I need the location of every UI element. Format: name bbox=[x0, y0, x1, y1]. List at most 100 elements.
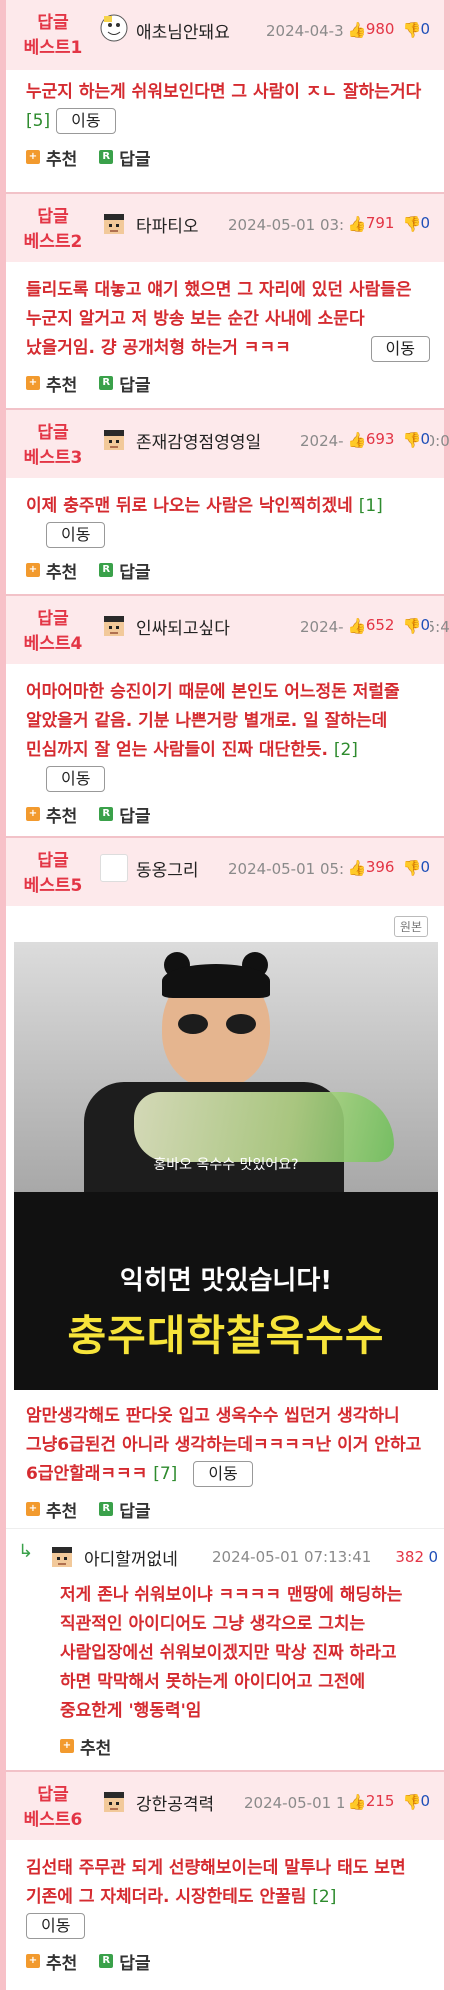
comment-text: 들리도록 대놓고 얘기 했으면 그 자리에 있던 사람들은 누군지 알거고 저 … bbox=[6, 262, 444, 363]
author-name[interactable]: 동옹그리 bbox=[136, 856, 199, 881]
video-caption: 홍바오 옥수수 맛있어요? bbox=[153, 1157, 299, 1173]
thumbs-down-icon[interactable]: 👎 bbox=[402, 21, 421, 39]
recommend-button[interactable]: + 추천 bbox=[26, 145, 77, 170]
video-frame: 홍바오 옥수수 맛있어요? bbox=[14, 942, 438, 1192]
author-name[interactable]: 아디할꺼없네 bbox=[84, 1545, 178, 1570]
move-button[interactable]: 이동 bbox=[193, 1461, 253, 1487]
reply-count[interactable]: [2] bbox=[334, 740, 358, 760]
comment-body: 김선태 주무관 되게 선량해보이는데 말투나 태도 보면 기존에 그 자체더라.… bbox=[6, 1840, 444, 1981]
comment-1: 답글 베스트1 애초님안돼요 2024-04-30 20:30:08 👍980👎… bbox=[6, 0, 444, 178]
reply-icon: R bbox=[99, 150, 114, 164]
author-name[interactable]: 존재감영점영영일 bbox=[136, 428, 261, 453]
author-name[interactable]: 인싸되고싶다 bbox=[136, 614, 230, 639]
thumbs-up-icon[interactable]: 👍 bbox=[348, 859, 367, 877]
reply-icon: R bbox=[99, 1502, 114, 1516]
move-button[interactable]: 이동 bbox=[370, 336, 430, 362]
comment-actions: + 추천 R 답글 bbox=[6, 794, 444, 834]
reply-count[interactable]: [5] bbox=[26, 111, 50, 131]
comment-actions: + 추천 R 답글 bbox=[6, 136, 444, 178]
comment-text: 암만생각해도 판다옷 입고 생옥수수 씹던거 생각하니 그냥6급된건 아니라 생… bbox=[6, 1396, 444, 1489]
comment-body: 누군지 하는게 쉬워보인다면 그 사람이 ㅈㄴ 잘하는거다 [5] 이동 + 추천 R… bbox=[6, 70, 444, 178]
reply-button[interactable]: R 답글 bbox=[99, 1497, 151, 1522]
original-image-button[interactable]: 원본 bbox=[393, 916, 428, 937]
comment-header: 답글 베스트2 타파티오 2024-05-01 03:25:29 👍 791 👎 0 bbox=[6, 192, 444, 262]
comment-text: 이제 충주맨 뒤로 나오는 사람은 낙인찍히겠네 [1] 이동 bbox=[6, 478, 444, 550]
move-button[interactable]: 이동 bbox=[46, 522, 106, 548]
thumbs-up-icon[interactable]: 👍 bbox=[348, 617, 367, 635]
comment-body: 이제 충주맨 뒤로 나오는 사람은 낙인찍히겠네 [1] 이동 + 추천 R 답글 bbox=[6, 478, 444, 590]
comment-5: 답글 베스트5 동옹그리 2024-05-01 05:57:36 👍 396 👎 0 … bbox=[6, 836, 444, 1528]
banner-line-1: 익히면 맛있습니다! bbox=[119, 1266, 333, 1296]
author-name[interactable]: 타파티오 bbox=[136, 212, 199, 237]
vote-counts: 👍 396 👎 0 bbox=[343, 858, 430, 877]
sub-reply: ↳ 아디할꺼없네 2024-05-01 07:13:41 382 0 저게 존나… bbox=[6, 1528, 444, 1770]
comment-2: 답글 베스트2 타파티오 2024-05-01 03:25:29 👍 791 👎 0 … bbox=[6, 192, 444, 403]
thumbs-down-icon[interactable]: 👎 bbox=[402, 1793, 421, 1811]
author-name[interactable]: 애초님안돼요 bbox=[136, 18, 230, 43]
recommend-button[interactable]: + 추천 bbox=[26, 1497, 77, 1522]
reply-button[interactable]: R 답글 bbox=[99, 371, 151, 396]
thumbs-up-icon[interactable]: 👍 bbox=[348, 215, 367, 233]
reply-button[interactable]: R 답글 bbox=[99, 1949, 151, 1974]
downvote-count: 0 bbox=[428, 1548, 438, 1566]
reply-button[interactable]: R 답글 bbox=[99, 802, 151, 827]
reply-count[interactable]: [7] bbox=[153, 1464, 177, 1484]
author-name[interactable]: 강한공격력 bbox=[136, 1790, 214, 1815]
thumbs-up-icon[interactable]: 👍 bbox=[348, 1793, 367, 1811]
best-label: 답글 베스트5 bbox=[23, 851, 83, 896]
reply-arrow-icon: ↳ bbox=[18, 1541, 34, 1562]
plus-icon: + bbox=[26, 150, 40, 164]
comment-text: 김선태 주무관 되게 선량해보이는데 말투나 태도 보면 기존에 그 자체더라.… bbox=[6, 1840, 444, 1941]
downvote-count: 0 bbox=[420, 20, 430, 38]
comment-actions: + 추천 R 답글 bbox=[6, 1941, 444, 1981]
upvote-count: 215 bbox=[365, 1792, 395, 1810]
best-label: 답글 베스트3 bbox=[23, 423, 83, 468]
corn-leaves bbox=[134, 1092, 394, 1162]
comment-actions: + 추천 R 답글 bbox=[6, 363, 444, 403]
upvote-count: 791 bbox=[365, 214, 395, 232]
reply-count[interactable]: [1] bbox=[359, 496, 383, 516]
vote-counts: 👍 693 👎 0 bbox=[343, 430, 430, 449]
pixel-avatar-icon bbox=[104, 1792, 124, 1812]
thumbs-up-icon[interactable]: 👍 bbox=[348, 431, 367, 449]
best-label: 답글 베스트4 bbox=[23, 609, 83, 654]
comment-6: 답글 베스트6 강한공격력 2024-05-01 10:02:15 👍 215 👎 0… bbox=[6, 1770, 444, 1981]
move-button[interactable]: 이동 bbox=[46, 766, 106, 792]
thumbs-up-icon[interactable]: 👍 bbox=[348, 21, 367, 39]
downvote-count: 0 bbox=[420, 214, 430, 232]
comment-actions: + 추천 R 답글 bbox=[6, 550, 444, 590]
thumbs-down-icon[interactable]: 👎 bbox=[402, 617, 421, 635]
upvote-count: 382 bbox=[395, 1548, 424, 1566]
reply-button[interactable]: R 답글 bbox=[99, 145, 151, 170]
comment-body: 원본 홍바오 옥수수 맛있어요? 익히면 맛있습니다! 충주대학찰옥수수 암만생… bbox=[6, 906, 444, 1528]
comment-3: 답글 베스트3 존재감영점영영일 2024-04-30 23:40:04 👍69… bbox=[6, 408, 450, 590]
move-button[interactable]: 이동 bbox=[26, 1913, 86, 1939]
upvote-count: 652 bbox=[365, 616, 395, 634]
thumbs-down-icon[interactable]: 👎 bbox=[402, 431, 421, 449]
attached-image[interactable]: 홍바오 옥수수 맛있어요? 익히면 맛있습니다! 충주대학찰옥수수 bbox=[14, 942, 438, 1390]
recommend-button[interactable]: + 추천 bbox=[26, 802, 77, 827]
vote-counts: 👍 652 👎 0 bbox=[343, 616, 430, 635]
recommend-button[interactable]: + 추천 bbox=[26, 371, 77, 396]
comment-header: 답글 베스트5 동옹그리 2024-05-01 05:57:36 👍 396 👎 0 bbox=[6, 836, 444, 906]
thumbs-down-icon[interactable]: 👎 bbox=[402, 215, 421, 233]
best-label: 답글 베스트1 bbox=[23, 13, 83, 58]
recommend-button[interactable]: + 추천 bbox=[26, 1949, 77, 1974]
reply-count[interactable]: [2] bbox=[312, 1887, 336, 1907]
best-label: 답글 베스트2 bbox=[23, 207, 83, 252]
recommend-button[interactable]: + 추천 bbox=[26, 558, 77, 583]
downvote-count: 0 bbox=[420, 430, 430, 448]
comment-body: 어마어마한 승진이기 때문에 본인도 어느정돈 저럴줄 알았을거 같음. 기분 … bbox=[6, 664, 444, 834]
reply-button[interactable]: R 답글 bbox=[99, 558, 151, 583]
vote-counts: 👍 215 👎 0 bbox=[343, 1792, 430, 1811]
thumbs-down-icon[interactable]: 👎 bbox=[402, 859, 421, 877]
blank-avatar-icon bbox=[100, 854, 128, 882]
comment-header: 답글 베스트4 인싸되고싶다 2024-05-01 00:55:42 👍652👎… bbox=[6, 594, 450, 664]
plus-icon: + bbox=[26, 1954, 40, 1968]
comment-text: 어마어마한 승진이기 때문에 본인도 어느정돈 저럴줄 알았을거 같음. 기분 … bbox=[6, 664, 444, 794]
person-figure bbox=[134, 952, 294, 1092]
move-button[interactable]: 이동 bbox=[56, 108, 116, 134]
recommend-button[interactable]: + 추천 bbox=[60, 1734, 111, 1759]
comment-header: 답글 베스트3 존재감영점영영일 2024-04-30 23:40:04 👍69… bbox=[6, 408, 450, 478]
pixel-avatar-icon bbox=[104, 616, 124, 636]
